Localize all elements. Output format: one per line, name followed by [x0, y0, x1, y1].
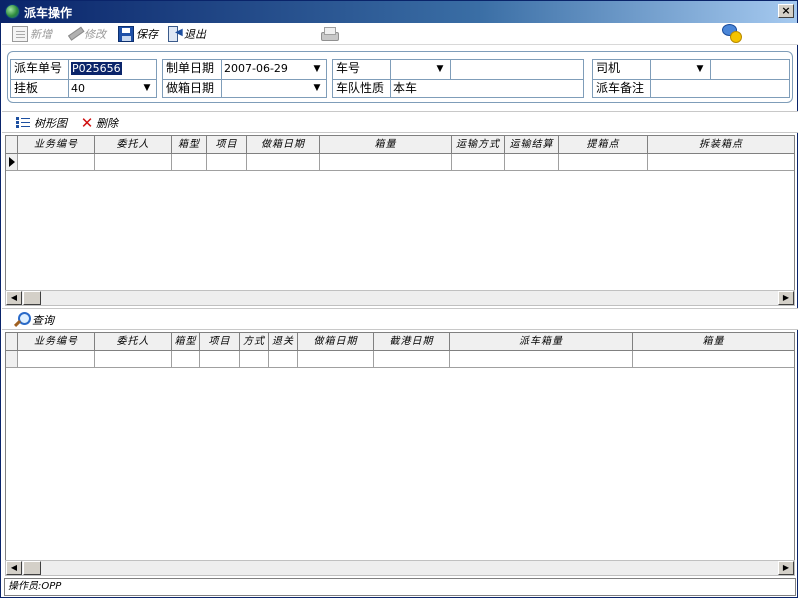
new-button-label: 新增 — [30, 28, 52, 41]
grid2-toolbar: 查询 — [2, 308, 798, 330]
business-list-grid[interactable]: 业务编号 委托人 箱型 项目 方式 退关 做箱日期 截港日期 派车箱量 箱量 — [5, 332, 795, 561]
messenger-icon[interactable] — [722, 23, 744, 44]
box-date-dropdown-icon[interactable]: ▼ — [311, 80, 323, 97]
scroll-right-icon[interactable]: ▶ — [778, 291, 794, 305]
grid2-horizontal-scrollbar[interactable]: ◀ ▶ — [5, 560, 795, 576]
driver-dropdown-icon[interactable]: ▼ — [694, 61, 706, 78]
grid2-col-dispatch-quantity[interactable]: 派车箱量 — [450, 333, 633, 350]
driver-label: 司机 — [596, 61, 621, 75]
delete-button[interactable]: ✕ 删除 — [80, 114, 118, 132]
grid2-corner — [6, 333, 18, 350]
grid2-col-business-no[interactable]: 业务编号 — [18, 333, 95, 350]
grid2-header: 业务编号 委托人 箱型 项目 方式 退关 做箱日期 截港日期 派车箱量 箱量 — [6, 333, 794, 351]
status-bar: 操作员:OPP — [4, 578, 796, 596]
grid2-col-item[interactable]: 项目 — [200, 333, 240, 350]
title-bar: 派车操作 × — [1, 1, 797, 23]
grid2-col-cutoff-date[interactable]: 截港日期 — [374, 333, 450, 350]
grid2-col-mode[interactable]: 方式 — [240, 333, 269, 350]
driver-detail-field[interactable] — [710, 60, 789, 79]
window-title: 派车操作 — [24, 6, 73, 20]
dispatch-no-label: 派车单号 — [14, 61, 63, 75]
edit-button[interactable]: 修改 — [66, 25, 106, 43]
dispatch-detail-grid[interactable]: 业务编号 委托人 箱型 项目 做箱日期 箱量 运输方式 运输结算 提箱点 拆装箱… — [5, 135, 795, 291]
box-date-label: 做箱日期 — [163, 79, 221, 98]
printer-icon — [320, 26, 339, 42]
edit-button-label: 修改 — [84, 28, 106, 41]
magnifier-icon — [14, 312, 31, 328]
grid1-col-item[interactable]: 项目 — [207, 136, 247, 153]
grid2-col-client[interactable]: 委托人 — [95, 333, 172, 350]
pencil-icon — [63, 23, 85, 45]
query-button[interactable]: 查询 — [14, 311, 54, 329]
trailer-dropdown-icon[interactable]: ▼ — [141, 80, 153, 97]
grid1-col-quantity[interactable]: 箱量 — [320, 136, 452, 153]
grid2-col-box-date[interactable]: 做箱日期 — [298, 333, 374, 350]
dispatch-window: 派车操作 × 新增 修改 保存 退出 派车单号 P025656 — [0, 0, 798, 598]
grid2-col-box-type[interactable]: 箱型 — [172, 333, 200, 350]
scroll-left-icon[interactable]: ◀ — [6, 561, 22, 575]
grid1-col-transport-settle[interactable]: 运输结算 — [505, 136, 559, 153]
truck-no-dropdown-icon[interactable]: ▼ — [434, 61, 446, 78]
new-document-icon — [12, 26, 28, 42]
query-label: 查询 — [32, 314, 54, 327]
table-row[interactable] — [6, 154, 794, 171]
fleet-type-label: 车队性质 — [333, 79, 390, 98]
trailer-label: 挂板 — [11, 79, 68, 98]
operator-status: 操作员:OPP — [8, 581, 62, 592]
app-globe-icon — [5, 4, 20, 19]
tree-list-icon — [16, 116, 32, 130]
current-row-arrow-icon — [9, 157, 15, 167]
grid2-col-shut-out[interactable]: 退关 — [269, 333, 298, 350]
truck-no-label: 车号 — [336, 61, 361, 75]
new-button[interactable]: 新增 — [12, 25, 52, 43]
remark-field[interactable] — [650, 79, 789, 98]
grid1-corner — [6, 136, 18, 153]
save-button-label: 保存 — [136, 28, 158, 41]
row-indicator — [6, 154, 18, 170]
grid1-header: 业务编号 委托人 箱型 项目 做箱日期 箱量 运输方式 运输结算 提箱点 拆装箱… — [6, 136, 794, 154]
grid1-col-box-type[interactable]: 箱型 — [172, 136, 207, 153]
truck-no-detail-field[interactable] — [450, 60, 583, 79]
remark-label: 派车备注 — [593, 79, 650, 98]
exit-button-label: 退出 — [184, 28, 206, 41]
grid1-horizontal-scrollbar[interactable]: ◀ ▶ — [5, 290, 795, 306]
floppy-disk-icon — [118, 26, 134, 42]
tree-view-button[interactable]: 树形图 — [16, 114, 67, 132]
order-date-label: 制单日期 — [166, 61, 215, 75]
main-toolbar: 新增 修改 保存 退出 — [2, 23, 798, 45]
grid1-toolbar: 树形图 ✕ 删除 — [2, 111, 798, 133]
dispatch-form: 派车单号 P025656 挂板 40 ▼ 制单日期 2007-06-29 ▼ 做… — [7, 51, 793, 103]
scroll-thumb[interactable] — [23, 561, 41, 575]
dispatch-no-field[interactable]: P025656 — [68, 60, 156, 79]
exit-door-icon — [168, 26, 183, 42]
grid2-col-quantity[interactable]: 箱量 — [633, 333, 794, 350]
scroll-left-icon[interactable]: ◀ — [6, 291, 22, 305]
scroll-right-icon[interactable]: ▶ — [778, 561, 794, 575]
grid1-col-box-date[interactable]: 做箱日期 — [247, 136, 320, 153]
grid1-col-unpack-point[interactable]: 拆装箱点 — [648, 136, 794, 153]
order-date-dropdown-icon[interactable]: ▼ — [311, 61, 323, 78]
grid1-col-pickup-point[interactable]: 提箱点 — [559, 136, 648, 153]
scroll-thumb[interactable] — [23, 291, 41, 305]
exit-button[interactable]: 退出 — [168, 25, 206, 43]
delete-x-icon: ✕ — [80, 114, 94, 132]
grid1-col-transport-mode[interactable]: 运输方式 — [452, 136, 505, 153]
row-indicator — [6, 351, 18, 367]
grid1-col-client[interactable]: 委托人 — [95, 136, 172, 153]
close-button[interactable]: × — [778, 4, 794, 18]
grid1-col-business-no[interactable]: 业务编号 — [18, 136, 95, 153]
save-button[interactable]: 保存 — [118, 25, 158, 43]
fleet-type-field[interactable]: 本车 — [390, 79, 583, 98]
tree-view-label: 树形图 — [34, 117, 67, 130]
delete-label: 删除 — [96, 117, 118, 130]
table-row[interactable] — [6, 351, 794, 368]
print-button[interactable] — [320, 25, 340, 43]
